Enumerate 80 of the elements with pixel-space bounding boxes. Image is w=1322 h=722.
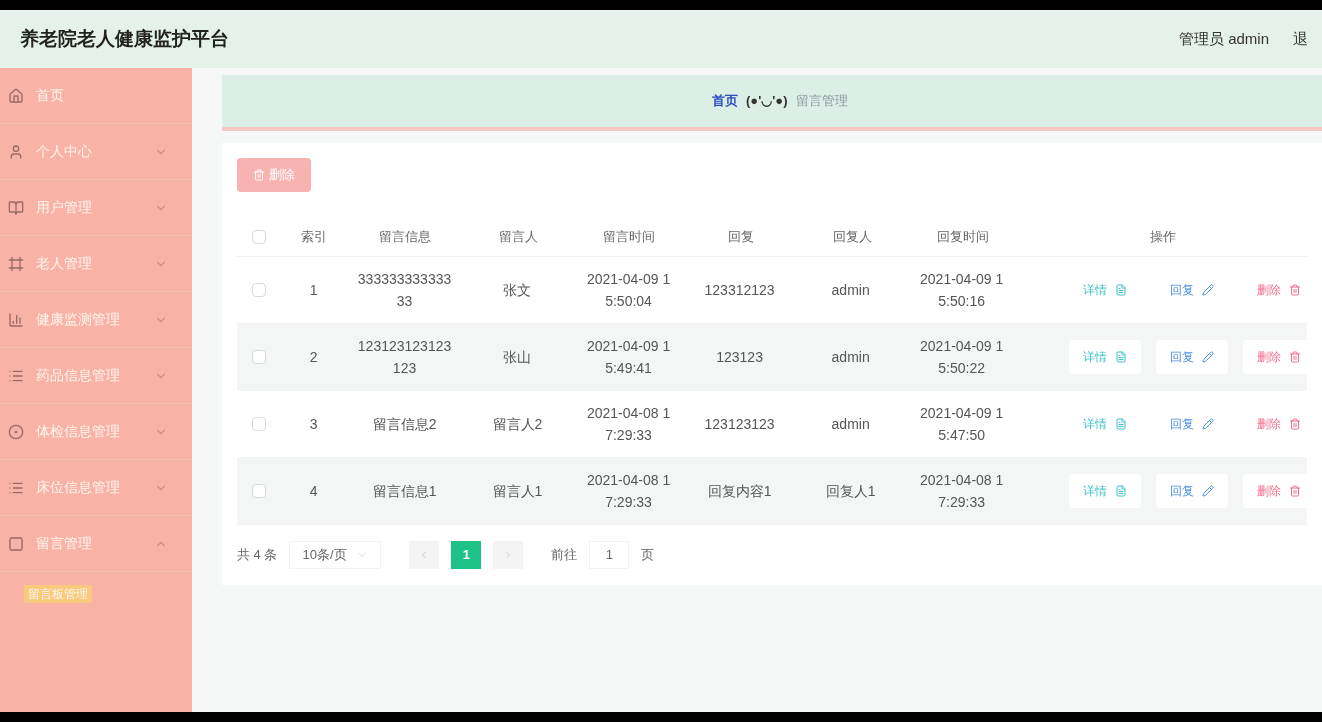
batch-delete-button[interactable]: 删除 bbox=[237, 158, 311, 192]
details-button[interactable]: 详情 bbox=[1069, 474, 1142, 508]
user-label: 管理员 admin bbox=[1178, 28, 1269, 49]
table-cell-text: 333333333333 33 bbox=[357, 270, 452, 311]
breadcrumb-current: 留言管理 bbox=[795, 92, 848, 111]
page-button[interactable]: 1 bbox=[451, 541, 482, 569]
checkbox[interactable] bbox=[251, 484, 266, 498]
table-cell-text: 张文 bbox=[503, 281, 532, 300]
table-cell-text: 123312123 bbox=[704, 281, 775, 300]
action-icon bbox=[1289, 351, 1302, 363]
action-icon bbox=[1202, 418, 1215, 430]
total-count: 共 4 条 bbox=[237, 546, 278, 565]
reply-button[interactable]: 回复 bbox=[1156, 474, 1229, 508]
reply-button[interactable]: 回复 bbox=[1156, 340, 1229, 374]
page-size-select[interactable]: 10条/页 bbox=[289, 541, 382, 569]
menu-icon bbox=[8, 87, 24, 104]
table-cell-text: 回复内容1 bbox=[707, 482, 772, 501]
table-cell-text: 4 bbox=[309, 482, 318, 501]
action-icon bbox=[1115, 284, 1128, 296]
goto-page-field[interactable]: 1 bbox=[589, 541, 630, 569]
table-cell-text: 张山 bbox=[503, 348, 532, 367]
table-cell-text: 123123123 bbox=[704, 415, 775, 434]
table-cell-text: 2021-04-09 1 5:50:04 bbox=[586, 270, 671, 311]
details-button[interactable]: 详情 bbox=[1069, 340, 1142, 374]
app-title: 养老院老人健康监护平台 bbox=[20, 26, 229, 51]
goto-suffix: 页 bbox=[641, 546, 655, 565]
column-header: 索引 bbox=[300, 227, 327, 246]
column-header: 操作 bbox=[1150, 227, 1176, 246]
table-cell-text: 留言人2 bbox=[492, 415, 543, 434]
prev-page-button[interactable] bbox=[409, 541, 440, 569]
logout-link[interactable]: 退 bbox=[1293, 27, 1308, 51]
column-header: 留言人 bbox=[498, 227, 538, 246]
menu-icon bbox=[8, 255, 24, 272]
table-cell-text: 123123 bbox=[716, 348, 763, 367]
table-cell-text: 2 bbox=[309, 348, 318, 367]
checkbox[interactable] bbox=[251, 350, 266, 364]
action-icon bbox=[1289, 418, 1302, 430]
table-cell-text: 回复人1 bbox=[825, 482, 876, 501]
action-icon bbox=[1289, 485, 1302, 497]
next-page-button[interactable] bbox=[493, 541, 524, 569]
menu-icon bbox=[8, 423, 24, 440]
action-icon bbox=[1115, 418, 1128, 430]
menu-icon bbox=[8, 143, 24, 160]
action-icon bbox=[1202, 284, 1215, 296]
column-header: 留言时间 bbox=[603, 227, 656, 246]
table-cell-text: admin bbox=[831, 281, 870, 300]
column-header: 回复 bbox=[727, 227, 754, 246]
table-cell-text: 2021-04-09 1 5:50:16 bbox=[920, 270, 1004, 311]
table-cell-text: admin bbox=[831, 348, 870, 367]
checkbox[interactable] bbox=[251, 283, 266, 297]
checkbox[interactable] bbox=[251, 417, 266, 431]
table-cell-text: 2021-04-09 1 5:47:50 bbox=[920, 404, 1004, 445]
action-icon bbox=[1289, 284, 1302, 296]
table-cell-text: 2021-04-09 1 5:49:41 bbox=[586, 337, 671, 378]
table-cell-text: 1 bbox=[309, 281, 318, 300]
breadcrumb-emoticon: (●'◡'●) bbox=[746, 92, 788, 111]
table-cell-text: 留言信息2 bbox=[372, 415, 437, 434]
action-icon bbox=[1115, 351, 1128, 363]
table-cell-text: 2021-04-08 1 7:29:33 bbox=[586, 404, 671, 445]
breadcrumb-link[interactable]: 首页 bbox=[712, 91, 738, 111]
table-cell-text: 留言信息1 bbox=[372, 482, 437, 501]
table-cell-text: 2021-04-08 1 7:29:33 bbox=[586, 471, 671, 512]
action-icon bbox=[1115, 485, 1128, 497]
menu-icon bbox=[8, 311, 24, 328]
column-header: 留言信息 bbox=[378, 227, 431, 246]
table-cell-text: 2021-04-08 1 7:29:33 bbox=[920, 471, 1004, 512]
table-cell-text: 留言人1 bbox=[492, 482, 543, 501]
menu-icon bbox=[8, 199, 24, 216]
table-cell-text: 2021-04-09 1 5:50:22 bbox=[920, 337, 1004, 378]
table-cell-text: admin bbox=[831, 415, 870, 434]
trash-icon bbox=[253, 169, 265, 181]
action-icon bbox=[1202, 485, 1215, 497]
goto-label: 前往 bbox=[551, 546, 578, 565]
checkbox[interactable] bbox=[251, 229, 266, 244]
column-header: 回复人 bbox=[832, 227, 872, 246]
menu-icon bbox=[8, 535, 24, 552]
action-icon bbox=[1202, 351, 1215, 363]
table-cell-text: 123123123123 123 bbox=[357, 337, 452, 378]
table-cell-text: 3 bbox=[309, 415, 318, 434]
column-header: 回复时间 bbox=[937, 227, 990, 246]
